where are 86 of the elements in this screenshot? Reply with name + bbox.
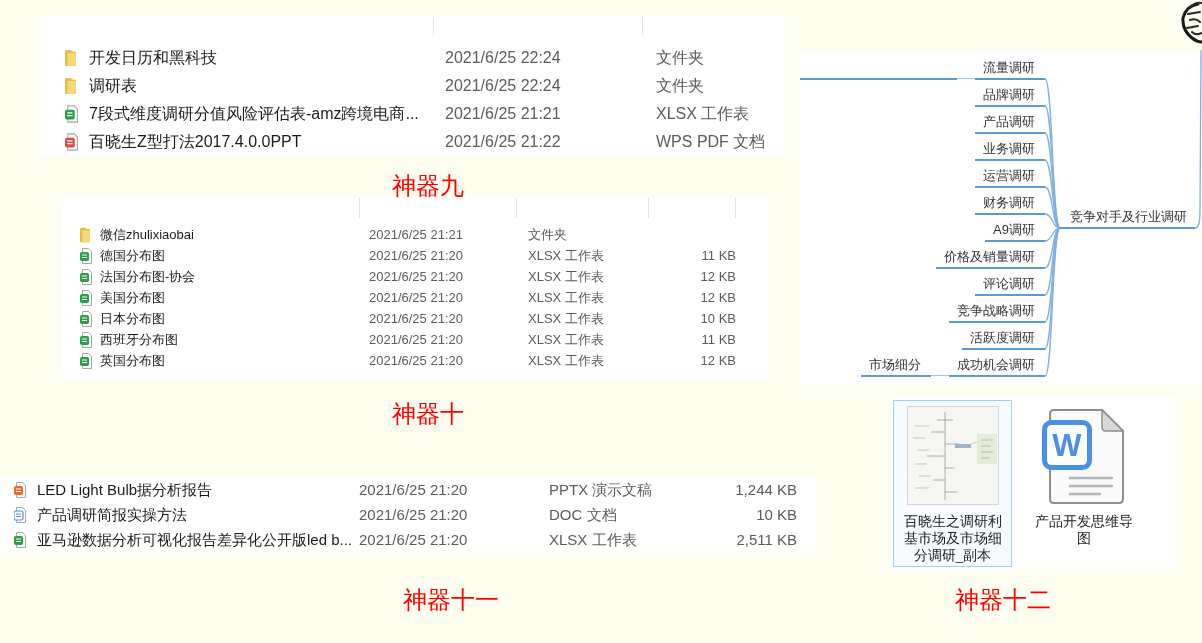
modified-date: 2021/6/25 21:20 [369,247,463,264]
folder-icon [80,226,90,243]
file-size: 1,244 KB [735,480,797,499]
file-name[interactable]: 微信zhulixiaobai [100,226,194,243]
file-name[interactable]: 7段式维度调研分值风险评估表-amz跨境电商... [89,104,419,124]
file-type: 文件夹 [528,226,567,243]
folder-icon [65,77,76,95]
modified-date: 2021/6/25 21:20 [359,505,468,524]
file-type: XLSX 工作表 [528,352,604,369]
file-name[interactable]: 西班牙分布图 [100,331,178,348]
spreadsheet-file-icon [80,331,92,348]
mind-map-node: 竞争战略调研 [949,302,1045,323]
file-name[interactable]: 产品调研简报实操方法 [37,505,187,524]
spreadsheet-file-icon [80,352,92,369]
file-type: PPTX 演示文稿 [549,480,653,499]
folder-icon [65,49,76,67]
mind-map-node: 运营调研 [975,167,1045,188]
file-size: 10 KB [756,505,797,524]
spreadsheet-file-icon [14,531,26,548]
mind-map-node: 业务调研 [975,140,1045,161]
mind-map-node: 价格及销量调研 [936,248,1045,269]
mind-map-node: 财务调研 [975,194,1045,215]
modified-date: 2021/6/25 21:21 [445,104,561,124]
modified-date: 2021/6/25 21:20 [369,289,463,306]
section-caption: 神器九 [392,172,464,200]
mind-map-node: 评论调研 [975,275,1045,296]
file-type: 文件夹 [656,76,704,96]
file-name[interactable]: 亚马逊数据分析可视化报告差异化公开版led b... [37,530,353,549]
file-size: 11 KB [701,331,736,348]
file-name[interactable]: 日本分布图 [100,310,165,327]
mind-map-node: 市场细分 [861,356,931,377]
file-name[interactable]: 开发日历和黑科技 [89,48,217,68]
file-name[interactable]: LED Light Bulb据分析报告 [37,480,213,499]
file-type: XLSX 工作表 [528,310,604,327]
file-size: 12 KB [700,352,736,369]
file-size: 10 KB [700,310,736,327]
file-name[interactable]: 英国分布图 [100,352,165,369]
modified-date: 2021/6/25 22:24 [445,48,561,68]
mind-map-node: 成功机会调研 [949,356,1045,377]
modified-date: 2021/6/25 21:20 [359,530,468,549]
file-type: XLSX 工作表 [528,289,604,306]
modified-date: 2021/6/25 21:21 [369,226,463,243]
file-name[interactable]: 德国分布图 [100,247,165,264]
section-caption: 神器十一 [403,586,499,614]
file-type: XLSX 工作表 [528,268,604,285]
mind-map-node: 品牌调研 [975,86,1045,107]
mind-map-node: 产品调研 [975,113,1045,134]
mind-map-node: A9调研 [985,221,1045,242]
modified-date: 2021/6/25 21:20 [369,310,463,327]
presentation-file-icon [14,481,26,498]
spreadsheet-file-icon [80,247,92,264]
modified-date: 2021/6/25 21:20 [369,331,463,348]
file-type: WPS PDF 文档 [656,132,766,152]
file-tile[interactable]: W 产品开发思维导图 [1024,400,1143,567]
mind-map-node: 竞争对手及行业调研 [1060,208,1195,229]
file-type: XLSX 工作表 [528,331,604,348]
section-caption: 神器十 [392,400,464,428]
file-type: XLSX 工作表 [656,104,750,124]
document-file-icon [14,506,26,523]
section-caption: 神器十二 [955,586,1051,614]
spreadsheet-file-icon [80,268,92,285]
modified-date: 2021/6/25 21:22 [445,132,561,152]
file-size: 12 KB [700,268,736,285]
file-type: 文件夹 [656,48,704,68]
spreadsheet-file-icon [80,310,92,327]
mind-map-node: 活跃度调研 [962,329,1045,350]
modified-date: 2021/6/25 21:20 [369,268,463,285]
file-size: 12 KB [700,289,736,306]
file-type: XLSX 工作表 [528,247,604,264]
spreadsheet-file-icon [65,105,78,123]
file-name[interactable]: 百晓生Z型打法2017.4.0.0PPT [89,132,302,152]
file-name[interactable]: 调研表 [89,76,137,96]
seal-icon [1178,0,1202,44]
mind-map-node: 流量调研 [975,59,1045,80]
file-type: XLSX 工作表 [549,530,637,549]
file-size: 2,511 KB [736,530,797,549]
file-name[interactable]: 法国分布图-协会 [100,268,196,285]
file-tile[interactable]: 百晓生之调研利基市场及市场细分调研_副本 [893,400,1012,567]
modified-date: 2021/6/25 21:20 [359,480,468,499]
file-name[interactable]: 美国分布图 [100,289,165,306]
file-type: DOC 文档 [549,505,617,524]
pdf-file-icon [65,133,78,151]
spreadsheet-file-icon [80,289,92,306]
modified-date: 2021/6/25 22:24 [445,76,561,96]
file-size: 11 KB [701,247,736,264]
modified-date: 2021/6/25 21:20 [369,352,463,369]
